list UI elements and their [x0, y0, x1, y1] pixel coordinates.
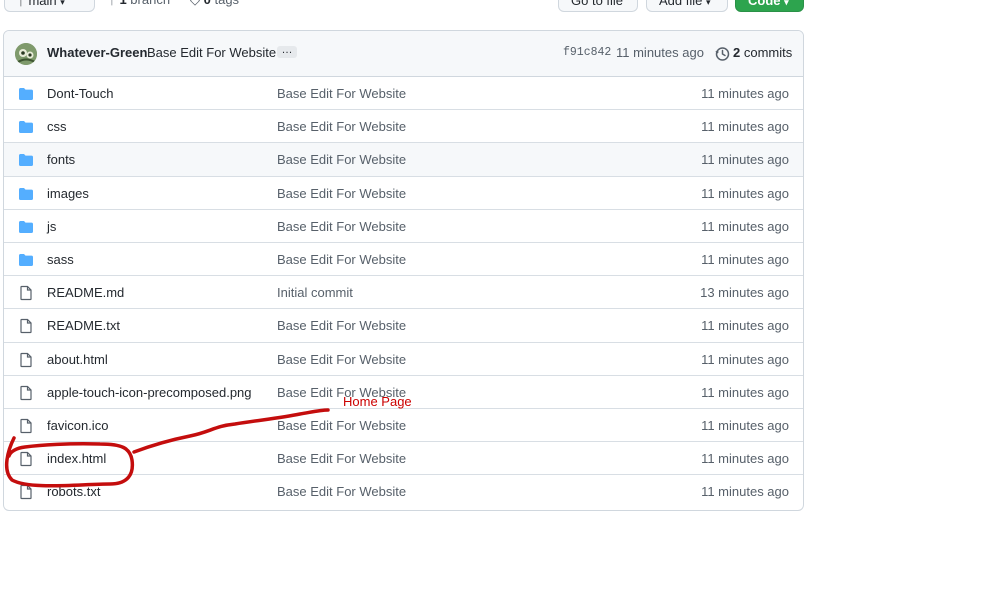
file-row[interactable]: README.md Initial commit 13 minutes ago: [4, 276, 803, 310]
file-commit-message-link[interactable]: Base Edit For Website: [277, 484, 406, 499]
file-row[interactable]: sass Base Edit For Website 11 minutes ago: [4, 243, 803, 277]
file-row[interactable]: Dont-Touch Base Edit For Website 11 minute…: [4, 77, 803, 111]
go-to-file-button[interactable]: Go to file: [558, 0, 638, 12]
folder-icon: [19, 253, 33, 266]
file-row[interactable]: css Base Edit For Website 11 minutes ago: [4, 110, 803, 144]
git-branch-icon: ᛉ: [108, 0, 116, 7]
file-commit-message-link[interactable]: Base Edit For Website: [277, 119, 406, 134]
file-name-link[interactable]: js: [47, 219, 56, 234]
branch-icon: ᛉ: [17, 0, 25, 8]
file-icon: [20, 485, 32, 500]
file-row[interactable]: README.txt Base Edit For Website 11 minute…: [4, 309, 803, 343]
file-name-link[interactable]: fonts: [47, 152, 75, 167]
file-name-link[interactable]: sass: [47, 252, 74, 267]
file-commit-time: 11 minutes ago: [701, 218, 789, 234]
file-commit-message-link[interactable]: Base Edit For Website: [277, 186, 406, 201]
tags-link[interactable]: ◇ 0 tags: [190, 0, 239, 12]
folder-icon: [19, 154, 33, 167]
branches-count: 1: [119, 0, 126, 7]
go-to-file-label: Go to file: [571, 0, 624, 8]
file-row[interactable]: robots.txt Base Edit For Website 11 minute…: [4, 475, 803, 508]
branch-select-button[interactable]: ᛉ main ▾: [4, 0, 95, 12]
latest-commit-bar: Whatever-Green Base Edit For Website … f…: [4, 31, 803, 77]
file-icon: [20, 352, 32, 367]
branch-label: main: [28, 0, 57, 8]
chevron-down-icon: ▾: [60, 0, 65, 7]
file-name-link[interactable]: README.md: [47, 285, 124, 300]
file-commit-time: 11 minutes ago: [701, 384, 789, 400]
file-commit-time: 11 minutes ago: [701, 351, 789, 367]
file-commit-message-link[interactable]: Base Edit For Website: [277, 86, 406, 101]
file-name-link[interactable]: about.html: [47, 352, 108, 367]
commit-time: 11 minutes ago: [616, 45, 704, 60]
tags-count: 0: [204, 0, 211, 7]
file-commit-message-link[interactable]: Base Edit For Website: [277, 451, 406, 466]
file-commit-message-link[interactable]: Initial commit: [277, 285, 353, 300]
commits-link[interactable]: 2 commits: [733, 45, 792, 60]
file-commit-time: 11 minutes ago: [701, 417, 789, 433]
tag-icon: ◇: [190, 0, 200, 7]
folder-icon: [19, 220, 33, 233]
add-file-label: Add file: [659, 0, 703, 8]
branches-label: branch: [130, 0, 170, 7]
file-commit-time: 11 minutes ago: [701, 119, 789, 135]
file-icon: [20, 418, 32, 433]
avatar-image: [15, 43, 37, 65]
commits-count: 2: [733, 45, 741, 60]
code-button[interactable]: Code ▾: [735, 0, 804, 12]
file-commit-message-link[interactable]: Base Edit For Website: [277, 418, 406, 433]
file-name-link[interactable]: images: [47, 186, 89, 201]
chevron-down-icon: ▾: [784, 0, 789, 7]
file-commit-time: 11 minutes ago: [701, 86, 789, 101]
folder-icon: [19, 187, 33, 200]
folder-icon: [19, 121, 33, 134]
file-list-box: Whatever-Green Base Edit For Website … f…: [3, 30, 804, 511]
chevron-down-icon: ▾: [706, 0, 711, 7]
repo-toolbar: ᛉ main ▾ ᛉ 1 branch ◇ 0 tags Go to file …: [0, 0, 804, 14]
folder-icon: [19, 88, 33, 100]
file-commit-time: 11 minutes ago: [701, 484, 789, 500]
file-commit-time: 11 minutes ago: [701, 185, 789, 201]
file-name-link[interactable]: robots.txt: [47, 484, 100, 499]
file-icon: [20, 319, 32, 334]
file-icon: [20, 385, 32, 400]
file-name-link[interactable]: apple-touch-icon-precomposed.png: [47, 385, 252, 400]
file-commit-message-link[interactable]: Base Edit For Website: [277, 352, 406, 367]
code-label: Code: [748, 0, 781, 8]
file-name-link[interactable]: Dont-Touch: [47, 86, 113, 101]
file-row[interactable]: images Base Edit For Website 11 minutes ag…: [4, 177, 803, 210]
file-icon: [20, 286, 32, 301]
file-commit-message-link[interactable]: Base Edit For Website: [277, 219, 406, 234]
commit-sha-link[interactable]: f91c842: [563, 46, 611, 59]
annotation-label: Home Page: [343, 394, 412, 409]
commit-author-link[interactable]: Whatever-Green: [47, 45, 147, 60]
add-file-button[interactable]: Add file ▾: [646, 0, 728, 12]
commit-message-link[interactable]: Base Edit For Website: [147, 45, 276, 60]
file-rows: Dont-Touch Base Edit For Website 11 minute…: [4, 77, 803, 508]
file-commit-time: 11 minutes ago: [701, 251, 789, 267]
commits-label: commits: [743, 45, 793, 60]
file-commit-message-link[interactable]: Base Edit For Website: [277, 318, 406, 333]
file-commit-time: 11 minutes ago: [701, 451, 789, 467]
file-icon: [20, 451, 32, 467]
file-row[interactable]: js Base Edit For Website 11 minutes ago: [4, 210, 803, 243]
file-commit-message-link[interactable]: Base Edit For Website: [277, 252, 406, 267]
file-name-link[interactable]: css: [47, 119, 67, 134]
history-icon: [715, 47, 730, 61]
tags-label: tags: [214, 0, 239, 7]
file-row[interactable]: favicon.ico Base Edit For Website 11 minut…: [4, 409, 803, 443]
file-commit-time: 11 minutes ago: [701, 318, 789, 334]
file-row[interactable]: fonts Base Edit For Website 11 minutes ago: [4, 143, 803, 177]
avatar[interactable]: [15, 43, 37, 65]
file-row[interactable]: about.html Base Edit For Website 11 minute…: [4, 343, 803, 376]
file-name-link[interactable]: favicon.ico: [47, 418, 108, 433]
file-commit-message-link[interactable]: Base Edit For Website: [277, 152, 406, 167]
file-name-link[interactable]: README.txt: [47, 318, 120, 333]
file-name-link[interactable]: index.html: [47, 451, 106, 466]
branches-link[interactable]: ᛉ 1 branch: [108, 0, 170, 12]
file-row[interactable]: index.html Base Edit For Website 11 minute…: [4, 442, 803, 476]
file-commit-time: 11 minutes ago: [701, 152, 789, 168]
file-commit-time: 13 minutes ago: [700, 285, 789, 301]
commit-expand-button[interactable]: …: [277, 45, 297, 58]
